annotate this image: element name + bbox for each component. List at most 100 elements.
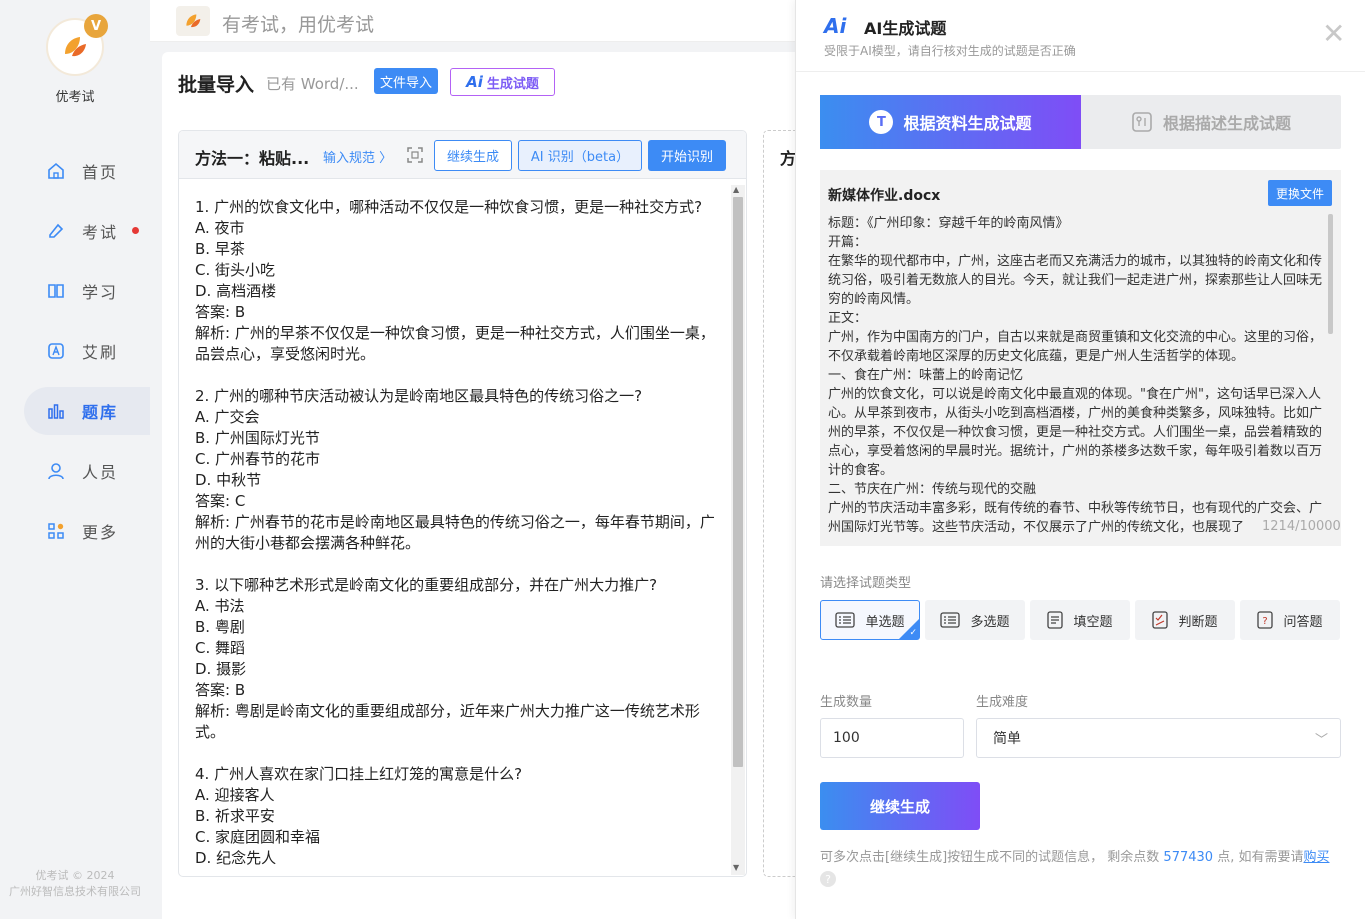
question-line: D. 纪念先人	[195, 849, 277, 867]
question-type-label: 请选择试题类型	[820, 576, 912, 591]
question-line: 解析: 广州的早茶不仅仅是一种饮食习惯，更是一种社交方式，人们围坐一桌，品尝点心…	[195, 324, 715, 363]
continue-generate-button[interactable]: 继续生成	[434, 140, 512, 171]
hint-suffix: 点, 如有需要请	[1213, 850, 1304, 865]
book-icon	[46, 281, 66, 301]
question-type-options: 单选题 ✓ 多选题 填空题 判断题 ? 问答题	[820, 600, 1341, 640]
leaf-logo-icon	[186, 14, 201, 28]
ai-generate-label: 生成试题	[486, 76, 539, 92]
ai-generate-drawer: Ai AI生成试题 受限于AI模型，请自行核对生成的试题是否正确 ✕ T 根据资…	[795, 0, 1365, 919]
continue-generate-button[interactable]: 继续生成	[820, 782, 980, 830]
file-content[interactable]: 标题：《广州印象：穿越千年的岭南风情》 开篇： 在繁华的现代都市中，广州，这座古老而…	[828, 214, 1322, 534]
user-icon	[46, 461, 66, 481]
sidebar-item-label: 题库	[82, 403, 119, 422]
method-title: 方法一：粘贴...	[195, 149, 310, 168]
question-line: 4. 广州人喜欢在家门口挂上红灯笼的寓意是什么?	[195, 765, 523, 783]
close-icon[interactable]: ✕	[1322, 20, 1345, 48]
fill-blank-icon	[1047, 611, 1064, 629]
file-paragraph: 广州的节庆活动丰富多彩，既有传统的春节、中秋等传统节日，也有现代的广交会、广州国…	[828, 501, 1322, 534]
question-line: D. 摄影	[195, 660, 247, 678]
paste-textarea[interactable]: 1. 广州的饮食文化中，哪种活动不仅仅是一种饮食习惯，更是一种社交方式? A. 夜…	[195, 197, 715, 869]
ai-generate-button[interactable]: Ai 生成试题	[450, 68, 555, 96]
type-qa[interactable]: ? 问答题	[1240, 600, 1340, 640]
ai-logo-icon: Ai	[824, 14, 847, 38]
type-multi-choice[interactable]: 多选题	[925, 600, 1025, 640]
sidebar-item-users[interactable]: 人员	[24, 447, 150, 495]
question-line: C. 广州春节的花市	[195, 450, 321, 468]
file-paragraph: 广州，作为中国南方的门户，自古以来就是商贸重镇和文化交流的中心。这里的习俗，不仅…	[828, 330, 1322, 364]
file-paragraph: 正文：	[828, 311, 868, 326]
app-name: 优考试	[55, 90, 95, 105]
help-icon[interactable]: ?	[820, 871, 836, 887]
generate-mode-tabs: T 根据资料生成试题 根据描述生成试题	[820, 95, 1341, 149]
more-icon	[46, 521, 66, 541]
file-paragraph: 广州的饮食文化，可以说是岭南文化中最直观的体现。"食在广州"，这句话早已深入人心…	[828, 387, 1322, 478]
tab-label: 根据资料生成试题	[903, 114, 1032, 133]
buy-link[interactable]: 购买	[1303, 850, 1329, 865]
footer-company: 广州好智信息技术有限公司	[9, 885, 141, 898]
sidebar-item-more[interactable]: 更多	[24, 507, 150, 555]
ai-recognize-button[interactable]: AI 识别（beta）	[518, 140, 642, 171]
leaf-logo-icon	[65, 37, 86, 57]
drawer-title: AI生成试题	[864, 19, 947, 38]
sidebar-item-label: 人员	[82, 463, 119, 482]
sidebar-item-label: 艾刷	[82, 343, 119, 362]
single-choice-icon	[835, 612, 856, 628]
chart-icon	[46, 401, 66, 421]
question-line: A. 迎接客人	[195, 786, 275, 804]
count-input[interactable]: 100	[820, 718, 964, 758]
description-icon	[1132, 112, 1152, 132]
difficulty-label: 生成难度	[976, 695, 1029, 710]
scroll-up-icon[interactable]: ▲	[733, 185, 739, 194]
method-two-title: 方	[780, 149, 797, 168]
file-scrollbar-thumb[interactable]	[1328, 214, 1333, 334]
question-line: 答案: B	[195, 681, 246, 699]
file-name: 新媒体作业.docx	[828, 188, 941, 204]
top-logo[interactable]	[176, 6, 210, 36]
text-icon: T	[869, 110, 894, 134]
page-subtitle: 已有 Word/...	[266, 75, 359, 93]
input-spec-link[interactable]: 输入规范 〉	[323, 147, 392, 166]
question-line: B. 广州国际灯光节	[195, 429, 320, 447]
file-paragraph: 开篇：	[828, 235, 868, 250]
batch-import-panel: 批量导入 已有 Word/... 文件导入 Ai 生成试题 方法一：粘贴... …	[162, 52, 803, 919]
sidebar-item-home[interactable]: 首页	[24, 147, 150, 195]
chevron-down-icon: ﹀	[1314, 733, 1328, 748]
check-icon: ✓	[909, 628, 917, 638]
question-line: 解析: 广州春节的花市是岭南地区最具特色的传统习俗之一，每年春节期间，广州的大街…	[195, 513, 715, 552]
qa-icon: ?	[1257, 611, 1274, 629]
question-line: A. 广交会	[195, 408, 260, 426]
sidebar-item-exam[interactable]: 考试	[24, 207, 150, 255]
count-label: 生成数量	[820, 695, 873, 710]
type-label: 判断题	[1178, 614, 1218, 630]
difficulty-select[interactable]: 简单 ﹀	[976, 718, 1341, 758]
type-judge[interactable]: 判断题	[1135, 600, 1235, 640]
tab-from-material[interactable]: T 根据资料生成试题	[820, 95, 1081, 149]
tab-from-description[interactable]: 根据描述生成试题	[1081, 95, 1341, 149]
scroll-down-icon[interactable]: ▼	[733, 863, 739, 872]
sidebar-item-study[interactable]: 学习	[24, 267, 150, 315]
start-recognize-button[interactable]: 开始识别	[648, 140, 726, 171]
scan-icon[interactable]	[406, 146, 424, 164]
question-line: C. 街头小吃	[195, 261, 276, 279]
question-line: B. 祈求平安	[195, 807, 275, 825]
file-paragraph: 在繁华的现代都市中，广州，这座古老而又充满活力的城市，以其独特的岭南文化和传统习…	[828, 254, 1322, 307]
notification-dot	[132, 227, 139, 234]
type-fill-blank[interactable]: 填空题	[1030, 600, 1130, 640]
change-file-button[interactable]: 更换文件	[1268, 180, 1332, 206]
character-count: 1214/10000	[1262, 519, 1341, 534]
top-bar: 有考试，用优考试	[150, 0, 795, 42]
slogan: 有考试，用优考试	[222, 14, 375, 36]
sidebar-item-label: 学习	[82, 283, 119, 302]
question-line: 3. 以下哪种艺术形式是岭南文化的重要组成部分，并在广州大力推广?	[195, 576, 658, 594]
home-icon	[46, 161, 66, 181]
practice-icon	[46, 341, 66, 361]
file-import-button[interactable]: 文件导入	[374, 68, 439, 94]
sidebar-item-question-bank[interactable]: 题库	[24, 387, 150, 435]
ai-logo-icon: Ai	[466, 73, 483, 91]
scrollbar-thumb[interactable]	[733, 197, 743, 767]
question-line: D. 高档酒楼	[195, 282, 277, 300]
method-header: 方法一：粘贴... 输入规范 〉 继续生成 AI 识别（beta） 开始识别	[179, 131, 746, 179]
sidebar-item-practice[interactable]: 艾刷	[24, 327, 150, 375]
type-single-choice[interactable]: 单选题 ✓	[820, 600, 920, 640]
